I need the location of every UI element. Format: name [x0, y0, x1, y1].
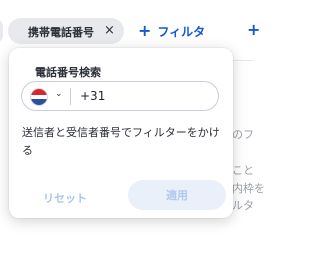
popover-title: 電話番号検索: [35, 66, 101, 79]
filter-chip-label: 携帯電話番号: [28, 26, 94, 39]
add-filter-label: フィルタ: [157, 24, 206, 39]
plus-icon[interactable]: +: [247, 21, 260, 39]
background-text: こと: [232, 164, 254, 177]
netherlands-flag-icon[interactable]: [30, 88, 48, 106]
reset-button[interactable]: リセット: [27, 184, 103, 212]
previous-filter-chip[interactable]: [0, 18, 3, 44]
popover-description: 送信者と受信者番号でフィルターをかける: [22, 126, 220, 157]
plus-icon: +: [138, 21, 152, 40]
filter-chip-mobile-number[interactable]: 携帯電話番号 ×: [8, 18, 124, 44]
phone-search-popover: 電話番号検索 ⌄ +31 送信者と受信者番号でフィルターをかける リセット 適用: [9, 48, 233, 218]
phone-number-value[interactable]: +31: [80, 89, 105, 103]
screen: 携帯電話番号 × + フィルタ + のフ こと 内枠を ルタ 電話番号検索 ⌄ …: [0, 0, 265, 254]
background-text: のフ: [232, 128, 254, 141]
add-filter-button[interactable]: + フィルタ: [138, 18, 205, 44]
background-text: 内枠を: [232, 182, 265, 195]
apply-button[interactable]: 適用: [128, 180, 226, 210]
background-text: ルタ: [232, 199, 254, 212]
chevron-down-icon[interactable]: ⌄: [55, 89, 63, 99]
divider: [70, 88, 71, 105]
phone-number-input[interactable]: ⌄ +31: [21, 81, 219, 111]
close-icon[interactable]: ×: [104, 22, 115, 39]
divider: [233, 60, 254, 61]
